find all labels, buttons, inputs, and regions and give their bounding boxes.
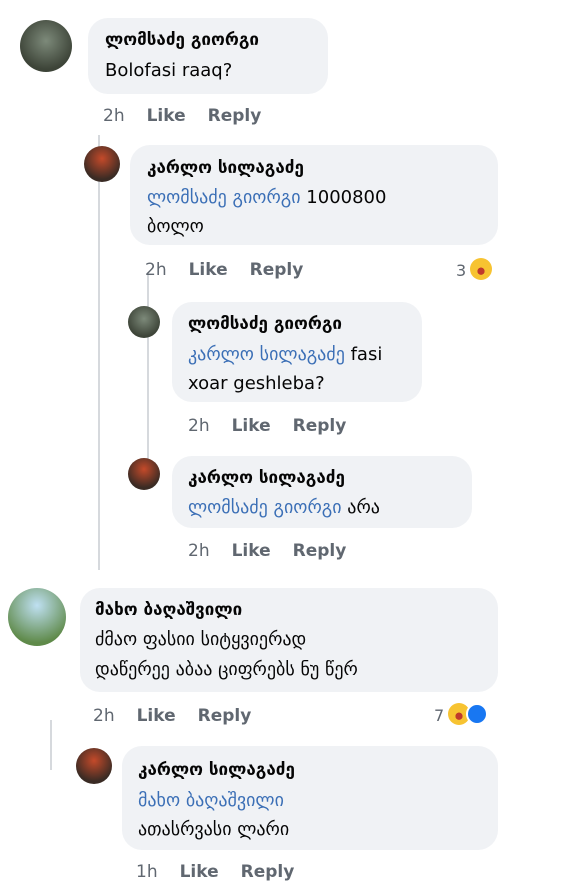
comment-author[interactable]: ლომსაძე გიორგი [188,314,342,334]
thread-line [147,275,149,470]
comment-time: 2h [93,706,115,726]
comment-author[interactable]: კარლო სილაგაძე [147,158,304,178]
comment-text-line: ლომსაძე გიორგი არა [188,497,380,518]
comment-text-line: მახო ბაღაშვილი [138,786,284,816]
comment-author[interactable]: კარლო სილაგაძე [138,760,295,780]
like-icon [466,703,488,725]
like-button[interactable]: Like [189,260,228,280]
avatar[interactable] [84,146,120,182]
haha-emoji-icon [470,258,492,280]
like-button[interactable]: Like [232,416,271,436]
comment-author[interactable]: კარლო სილაგაძე [188,468,345,488]
comment-actions: 2h Like Reply [93,706,273,726]
reply-button[interactable]: Reply [198,706,252,726]
comment-author[interactable]: მახო ბაღაშვილი [95,600,242,620]
reaction-count[interactable]: 3 [456,261,466,280]
comment-text: Bolofasi raaq? [105,60,233,81]
reply-button[interactable]: Reply [208,106,262,126]
reply-button[interactable]: Reply [293,416,347,436]
comment-time: 2h [188,541,210,561]
comment-text-line: კარლო სილაგაძე fasi [188,344,383,365]
comment-text-line: ათასრვასი ლარი [138,819,290,840]
mention-link[interactable]: კარლო სილაგაძე [188,344,345,365]
mention-link[interactable]: მახო ბაღაშვილი [138,790,284,811]
comment-time: 2h [103,106,125,126]
thread-line [98,135,100,570]
mention-link[interactable]: ლომსაძე გიორგი [188,497,342,518]
comment-actions: 2h Like Reply [188,541,368,561]
like-button[interactable]: Like [232,541,271,561]
comment-text-line: ბოლო [147,216,204,237]
avatar[interactable] [76,748,112,784]
comment-time: 2h [188,416,210,436]
reply-button[interactable]: Reply [293,541,347,561]
comment-text-line: ძმაო ფასიი სიტყვიერად [95,629,307,650]
avatar[interactable] [128,306,160,338]
comment-author[interactable]: ლომსაძე გიორგი [105,30,259,50]
comment-actions: 1h Like Reply [136,862,316,882]
like-button[interactable]: Like [147,106,186,126]
comment-actions: 2h Like Reply [145,260,325,280]
comment-text-line: xoar geshleba? [188,373,325,394]
comment-time: 2h [145,260,167,280]
comment-actions: 2h Like Reply [188,416,368,436]
avatar[interactable] [20,20,72,72]
comment-time: 1h [136,862,158,882]
like-button[interactable]: Like [137,706,176,726]
comment-text-line: ლომსაძე გიორგი 1000800 [147,187,387,208]
avatar[interactable] [8,588,66,646]
avatar[interactable] [128,458,160,490]
thread-line [50,720,52,770]
reply-button[interactable]: Reply [241,862,295,882]
mention-link[interactable]: ლომსაძე გიორგი [147,187,301,208]
comment-actions: 2h Like Reply [103,106,283,126]
comment-text-line: დაწერეე აბაა ციფრებს ნუ წერ [95,659,358,680]
like-button[interactable]: Like [180,862,219,882]
reply-button[interactable]: Reply [250,260,304,280]
reaction-count[interactable]: 7 [434,706,444,725]
